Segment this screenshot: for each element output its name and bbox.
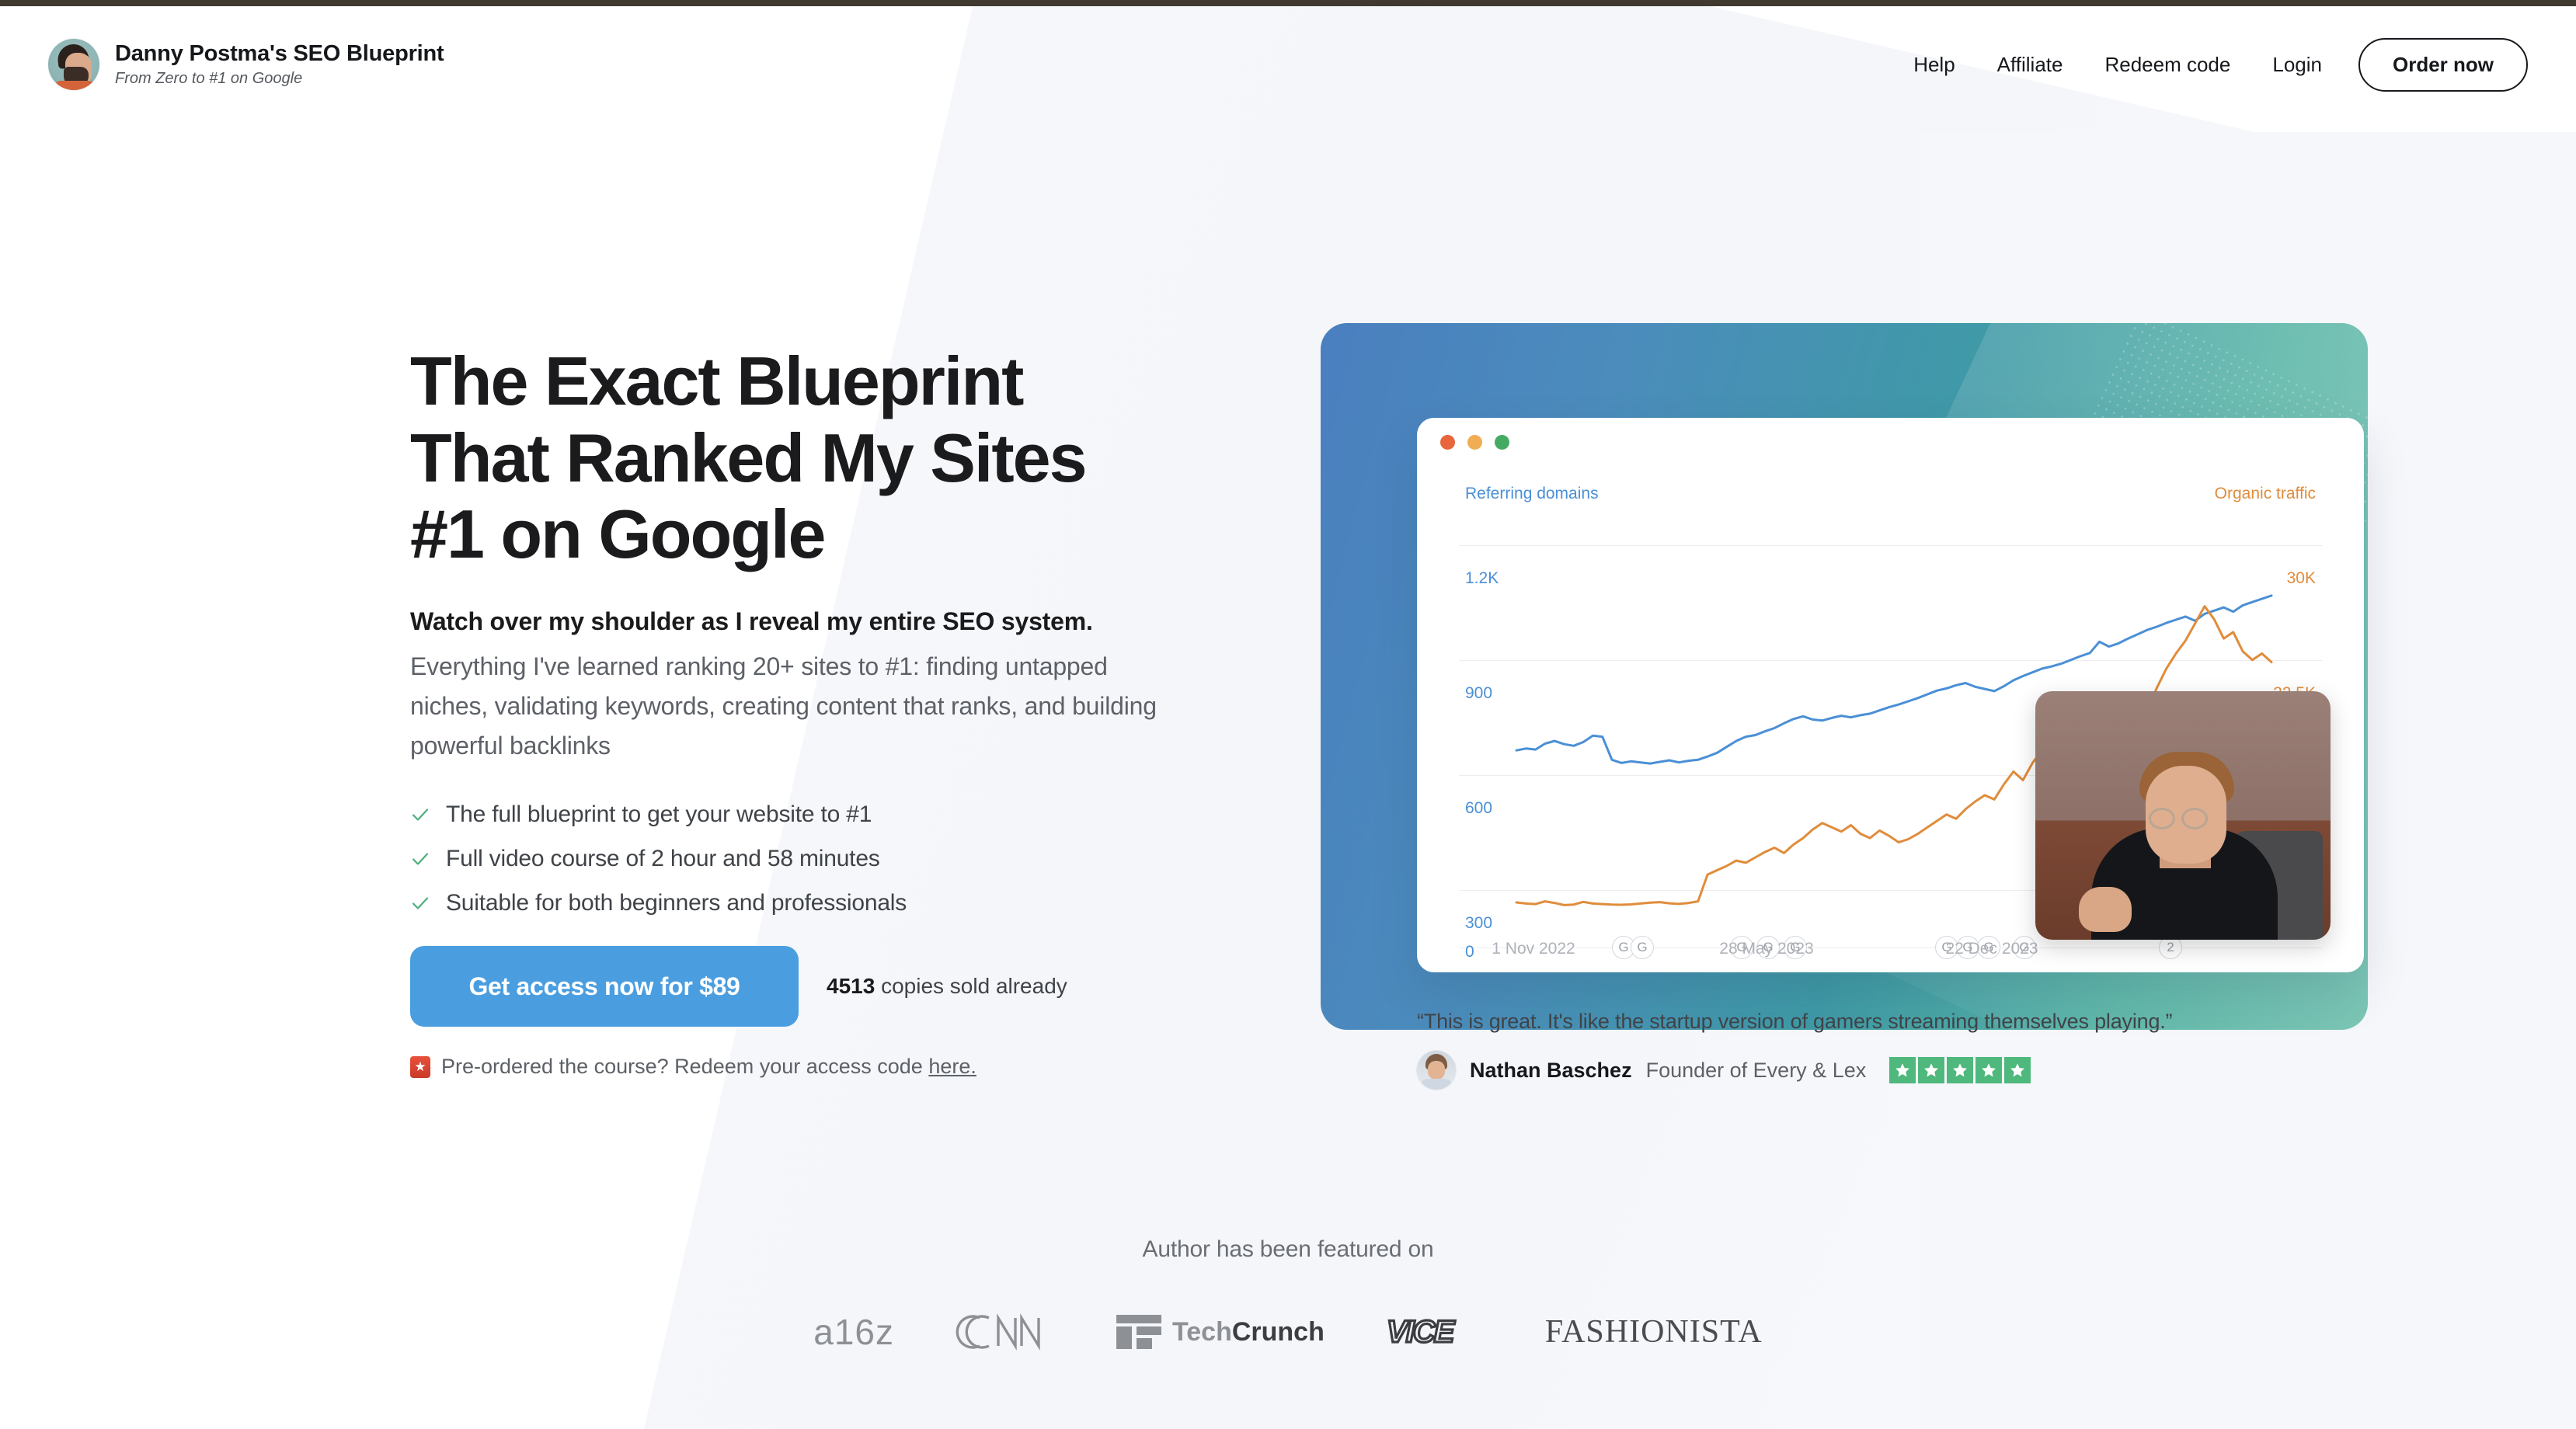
svg-text:VICE: VICE: [1387, 1315, 1456, 1349]
window-controls: [1440, 435, 1509, 450]
list-item-label: The full blueprint to get your website t…: [446, 801, 872, 828]
logo-fashionista-text: FASHIONISTA: [1544, 1314, 1763, 1350]
testimonial-author-row: Nathan Baschez Founder of Every & Lex: [1417, 1051, 2349, 1090]
chart-legend-organic-traffic: Organic traffic: [2214, 485, 2316, 502]
list-item-label: Full video course of 2 hour and 58 minut…: [446, 846, 880, 872]
minimize-dot-icon[interactable]: [1467, 435, 1482, 450]
brand-avatar-icon: [48, 39, 99, 90]
testimonial-author-role: Founder of Every & Lex: [1645, 1058, 1867, 1082]
copies-sold-count: 4513: [827, 974, 875, 999]
logo-a16z-text: a16z: [813, 1312, 894, 1352]
copies-sold-suffix: copies sold already: [875, 974, 1067, 999]
featured-logos: a16z TechCrunch VICE FASHIONISTA: [0, 1311, 2576, 1353]
brand-text: Danny Postma's SEO Blueprint From Zero t…: [115, 41, 444, 87]
logo-techcrunch-text: TechCrunch: [1172, 1316, 1325, 1347]
brand-title: Danny Postma's SEO Blueprint: [115, 41, 444, 67]
site-header: Danny Postma's SEO Blueprint From Zero t…: [0, 6, 2576, 123]
nav-item-redeem-code[interactable]: Redeem code: [2083, 53, 2251, 77]
logo-a16z: a16z: [813, 1311, 894, 1353]
star-icon: [1889, 1057, 1916, 1083]
list-item: The full blueprint to get your website t…: [410, 801, 1234, 828]
logo-cnn: [955, 1311, 1056, 1353]
nav-item-affiliate[interactable]: Affiliate: [1976, 53, 2084, 77]
star-icon: [2004, 1057, 2031, 1083]
list-item-label: Suitable for both beginners and professi…: [446, 890, 907, 916]
gift-icon: [410, 1055, 430, 1078]
x-axis-labels: 1 Nov 2022 28 May 2023 22 Dec 2023: [1417, 940, 2364, 961]
check-icon: [410, 893, 430, 913]
x-tick-label: 22 Dec 2023: [1945, 940, 2038, 958]
brand[interactable]: Danny Postma's SEO Blueprint From Zero t…: [48, 39, 444, 90]
get-access-button[interactable]: Get access now for $89: [410, 946, 799, 1027]
x-tick-label: 1 Nov 2022: [1492, 940, 1575, 958]
techcrunch-icon: [1116, 1315, 1161, 1349]
list-item: Suitable for both beginners and professi…: [410, 890, 1234, 916]
check-icon: [410, 849, 430, 869]
logo-techcrunch: TechCrunch: [1116, 1315, 1325, 1349]
avatar: [1417, 1051, 1456, 1090]
status-badge: [1889, 1057, 2031, 1083]
check-icon: [410, 805, 430, 825]
redeem-here-link[interactable]: here.: [928, 1055, 976, 1078]
feature-list: The full blueprint to get your website t…: [410, 801, 1234, 916]
redeem-row: Pre-ordered the course? Redeem your acce…: [410, 1055, 1234, 1079]
logo-fashionista: FASHIONISTA: [1545, 1313, 1763, 1351]
hero-subtext: Everything I've learned ranking 20+ site…: [410, 652, 1157, 760]
testimonial: “This is great. It's like the startup ve…: [1417, 1010, 2349, 1090]
copies-sold-text: 4513 copies sold already: [827, 974, 1067, 999]
presenter-hand: [2079, 887, 2132, 932]
video-overlay-thumbnail[interactable]: [2035, 691, 2331, 940]
page-title-line-3: #1 on Google: [410, 495, 826, 573]
x-tick-label: 28 May 2023: [1719, 940, 1814, 958]
page-title: The Exact Blueprint That Ranked My Sites…: [410, 342, 1234, 573]
nav-item-help[interactable]: Help: [1892, 53, 1976, 77]
order-now-button[interactable]: Order now: [2358, 37, 2528, 92]
star-icon: [1947, 1057, 1974, 1083]
hero-lede: Watch over my shoulder as I reveal my en…: [410, 607, 1093, 635]
redeem-text: Pre-ordered the course? Redeem your acce…: [441, 1055, 976, 1079]
testimonial-quote: “This is great. It's like the startup ve…: [1417, 1010, 2173, 1033]
logo-vice: VICE: [1385, 1314, 1485, 1350]
cta-row: Get access now for $89 4513 copies sold …: [410, 946, 1234, 1027]
maximize-dot-icon[interactable]: [1495, 435, 1509, 450]
hero-left-column: The Exact Blueprint That Ranked My Sites…: [410, 342, 1234, 1079]
close-dot-icon[interactable]: [1440, 435, 1455, 450]
featured-section: Author has been featured on a16z TechCru…: [0, 1236, 2576, 1353]
list-item: Full video course of 2 hour and 58 minut…: [410, 846, 1234, 872]
brand-subtitle: From Zero to #1 on Google: [115, 69, 303, 87]
nav-item-login[interactable]: Login: [2251, 53, 2343, 77]
redeem-text-label: Pre-ordered the course? Redeem your acce…: [441, 1055, 929, 1079]
main-nav: Help Affiliate Redeem code Login Order n…: [1892, 37, 2528, 92]
browser-top-strip: [0, 0, 2576, 6]
page-title-line-1: The Exact Blueprint: [410, 342, 1024, 419]
page-title-line-2: That Ranked My Sites: [410, 419, 1088, 496]
vice-icon: VICE: [1385, 1314, 1458, 1350]
featured-label: Author has been featured on: [1142, 1236, 1434, 1262]
star-icon: [1976, 1057, 2003, 1083]
chart-legend-referring-domains: Referring domains: [1465, 485, 1599, 502]
star-icon: [1918, 1057, 1945, 1083]
cnn-icon: [956, 1313, 1040, 1351]
landing-page: Danny Postma's SEO Blueprint From Zero t…: [0, 0, 2576, 1429]
testimonial-author-name: Nathan Baschez: [1470, 1058, 1632, 1082]
glasses-icon: [2149, 808, 2175, 829]
glasses-icon: [2181, 808, 2208, 829]
